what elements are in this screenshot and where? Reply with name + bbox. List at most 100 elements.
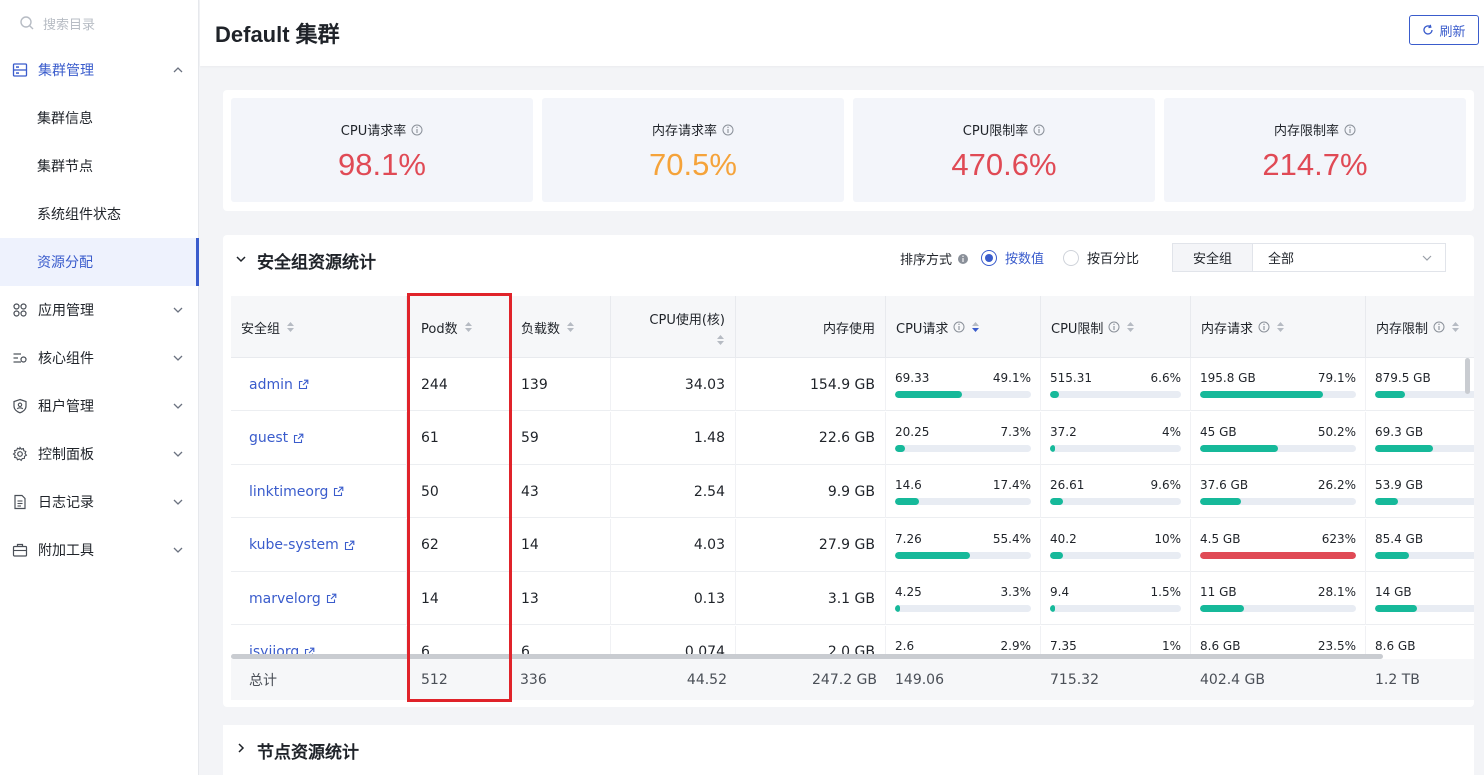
column-label: Pod数 bbox=[421, 321, 458, 337]
usage-bar bbox=[1375, 498, 1474, 505]
info-icon[interactable] bbox=[1033, 124, 1045, 136]
column-header-mem-request[interactable]: 内存请求 bbox=[1191, 296, 1366, 358]
total-cpu-request: 149.06 bbox=[895, 671, 944, 688]
cpu-request-cell: 14.6 17.4% bbox=[886, 465, 1041, 518]
total-mem-used: 247.2 GB bbox=[812, 671, 877, 688]
column-header-mem-limit[interactable]: 内存限制 bbox=[1366, 296, 1474, 358]
metric-percent: 1.5% bbox=[1150, 585, 1182, 599]
usage-bar bbox=[1375, 444, 1474, 452]
resource-table: 安全组 Pod数 负载数 CPU使用(核) 内存使用 CPU请求 CPU限制 内… bbox=[231, 296, 1474, 702]
security-group-link[interactable]: admin bbox=[231, 358, 407, 411]
chevron-down-icon bbox=[172, 304, 184, 316]
metric-value: 85.4 GB bbox=[1375, 531, 1424, 546]
table-footer-totals: 总计 512 336 44.52 247.2 GB 149.06 715.32 … bbox=[231, 659, 1474, 700]
sidebar-item-component-status[interactable]: 系统组件状态 bbox=[0, 190, 198, 238]
usage-bar-fill bbox=[1050, 551, 1064, 559]
security-group-link[interactable]: marvelorg bbox=[231, 572, 407, 625]
nav-group-components[interactable]: 核心组件 bbox=[0, 334, 198, 382]
info-icon[interactable] bbox=[1258, 321, 1270, 333]
metric-value: 8.6 GB bbox=[1200, 638, 1241, 653]
chevron-down-icon[interactable] bbox=[235, 253, 247, 265]
nav-group-logs[interactable]: 日志记录 bbox=[0, 478, 198, 526]
info-icon[interactable] bbox=[1344, 124, 1356, 136]
nav-group-apps[interactable]: 应用管理 bbox=[0, 286, 198, 334]
security-group-name: guest bbox=[249, 430, 289, 446]
sort-label: 排序方式 bbox=[900, 249, 969, 268]
section-title: 节点资源统计 bbox=[257, 743, 359, 763]
usage-bar-fill bbox=[1375, 444, 1434, 452]
sidebar-item-cluster-info[interactable]: 集群信息 bbox=[0, 94, 198, 142]
usage-bar bbox=[1050, 444, 1181, 452]
column-header-pods[interactable]: Pod数 bbox=[407, 296, 511, 358]
nav-group-label: 附加工具 bbox=[38, 543, 94, 559]
external-link-icon bbox=[326, 593, 337, 604]
pod-count: 62 bbox=[407, 518, 511, 572]
radio-label: 按百分比 bbox=[1087, 252, 1140, 267]
security-group-link[interactable]: linktimeorg bbox=[231, 465, 407, 518]
usage-bar bbox=[1050, 391, 1181, 398]
table-row: admin 244 139 34.03 154.9 GB 69.33 49.1% 515.31… bbox=[231, 358, 1474, 411]
page-header: Default 集群 刷新 bbox=[200, 0, 1484, 66]
nav-group-tenant[interactable]: 租户管理 bbox=[0, 382, 198, 430]
mem-request-cell: 4.5 GB 623% bbox=[1191, 518, 1366, 572]
node-resource-panel: 节点资源统计 bbox=[223, 725, 1474, 775]
page-title: Default 集群 bbox=[215, 22, 340, 47]
cpu-used: 2.54 bbox=[611, 465, 736, 518]
column-label: 内存使用 bbox=[822, 321, 875, 337]
refresh-button[interactable]: 刷新 bbox=[1409, 15, 1479, 45]
metric-percent: 50.2% bbox=[1317, 424, 1356, 439]
cpu-limit-cell: 515.31 6.6% bbox=[1041, 358, 1191, 411]
column-label: CPU限制 bbox=[1051, 321, 1104, 337]
nav-group-tools[interactable]: 附加工具 bbox=[0, 526, 198, 574]
total-loads: 336 bbox=[520, 671, 547, 688]
chevron-right-icon[interactable] bbox=[235, 742, 247, 754]
sidebar-item-resource-allocation[interactable]: 资源分配 bbox=[0, 238, 199, 286]
sort-icon bbox=[716, 334, 725, 346]
vertical-scrollbar[interactable] bbox=[1465, 358, 1470, 394]
toolbox-icon bbox=[12, 542, 28, 558]
sort-by-value-radio[interactable]: 按数值 bbox=[981, 248, 1044, 267]
mem-used: 9.9 GB bbox=[736, 465, 886, 518]
metric-value: 14 GB bbox=[1375, 585, 1412, 599]
sort-by-percent-radio[interactable]: 按百分比 bbox=[1063, 248, 1139, 267]
sidebar-item-cluster-nodes[interactable]: 集群节点 bbox=[0, 142, 198, 190]
info-icon[interactable] bbox=[722, 124, 734, 136]
security-group-link[interactable]: kube-system bbox=[231, 518, 407, 572]
nav-group-control-panel[interactable]: 控制面板 bbox=[0, 430, 198, 478]
filter-select[interactable]: 全部 bbox=[1253, 244, 1445, 271]
column-header-cpu-limit[interactable]: CPU限制 bbox=[1041, 296, 1191, 358]
column-header-security-group[interactable]: 安全组 bbox=[231, 296, 407, 358]
info-icon[interactable] bbox=[1433, 321, 1445, 333]
table-row: marvelorg 14 13 0.13 3.1 GB 4.25 3.3% 9.4 1.5% 11… bbox=[231, 572, 1474, 625]
column-header-mem-used[interactable]: 内存使用 bbox=[736, 296, 886, 358]
nav-group-cluster[interactable]: 集群管理 bbox=[0, 46, 198, 94]
column-header-cpu-used[interactable]: CPU使用(核) bbox=[611, 296, 736, 358]
metric-value: 53.9 GB bbox=[1375, 478, 1424, 492]
column-header-cpu-request[interactable]: CPU请求 bbox=[886, 296, 1041, 358]
stat-label: 内存限制率 bbox=[1273, 124, 1339, 139]
info-icon[interactable] bbox=[953, 321, 965, 333]
info-icon[interactable] bbox=[411, 124, 423, 136]
mem-request-cell: 11 GB 28.1% bbox=[1191, 572, 1366, 625]
usage-bar-fill bbox=[1375, 498, 1399, 505]
load-count: 139 bbox=[511, 358, 611, 411]
table-body: admin 244 139 34.03 154.9 GB 69.33 49.1% 515.31… bbox=[231, 358, 1474, 654]
usage-bar bbox=[1200, 605, 1356, 612]
usage-bar-fill bbox=[1200, 444, 1279, 452]
search-box[interactable]: 搜索目录 bbox=[0, 0, 198, 46]
section-title: 安全组资源统计 bbox=[257, 253, 376, 273]
security-group-link[interactable]: guest bbox=[231, 411, 407, 465]
stat-label: CPU限制率 bbox=[962, 124, 1029, 139]
stat-card-cpu-limit: CPU限制率 470.6% bbox=[853, 98, 1155, 202]
metric-percent: 7.3% bbox=[1000, 424, 1032, 439]
sort-icon bbox=[1451, 321, 1460, 333]
info-icon[interactable] bbox=[1108, 321, 1120, 333]
info-icon[interactable] bbox=[957, 253, 969, 265]
gear-icon bbox=[12, 446, 28, 462]
column-header-loads[interactable]: 负载数 bbox=[511, 296, 611, 358]
radio-label: 按数值 bbox=[1005, 252, 1045, 267]
cpu-used: 1.48 bbox=[611, 411, 736, 465]
metric-value: 14.6 bbox=[895, 478, 922, 492]
security-group-link[interactable]: isyiiorg bbox=[231, 625, 407, 654]
cpu-limit-cell: 26.61 9.6% bbox=[1041, 465, 1191, 518]
